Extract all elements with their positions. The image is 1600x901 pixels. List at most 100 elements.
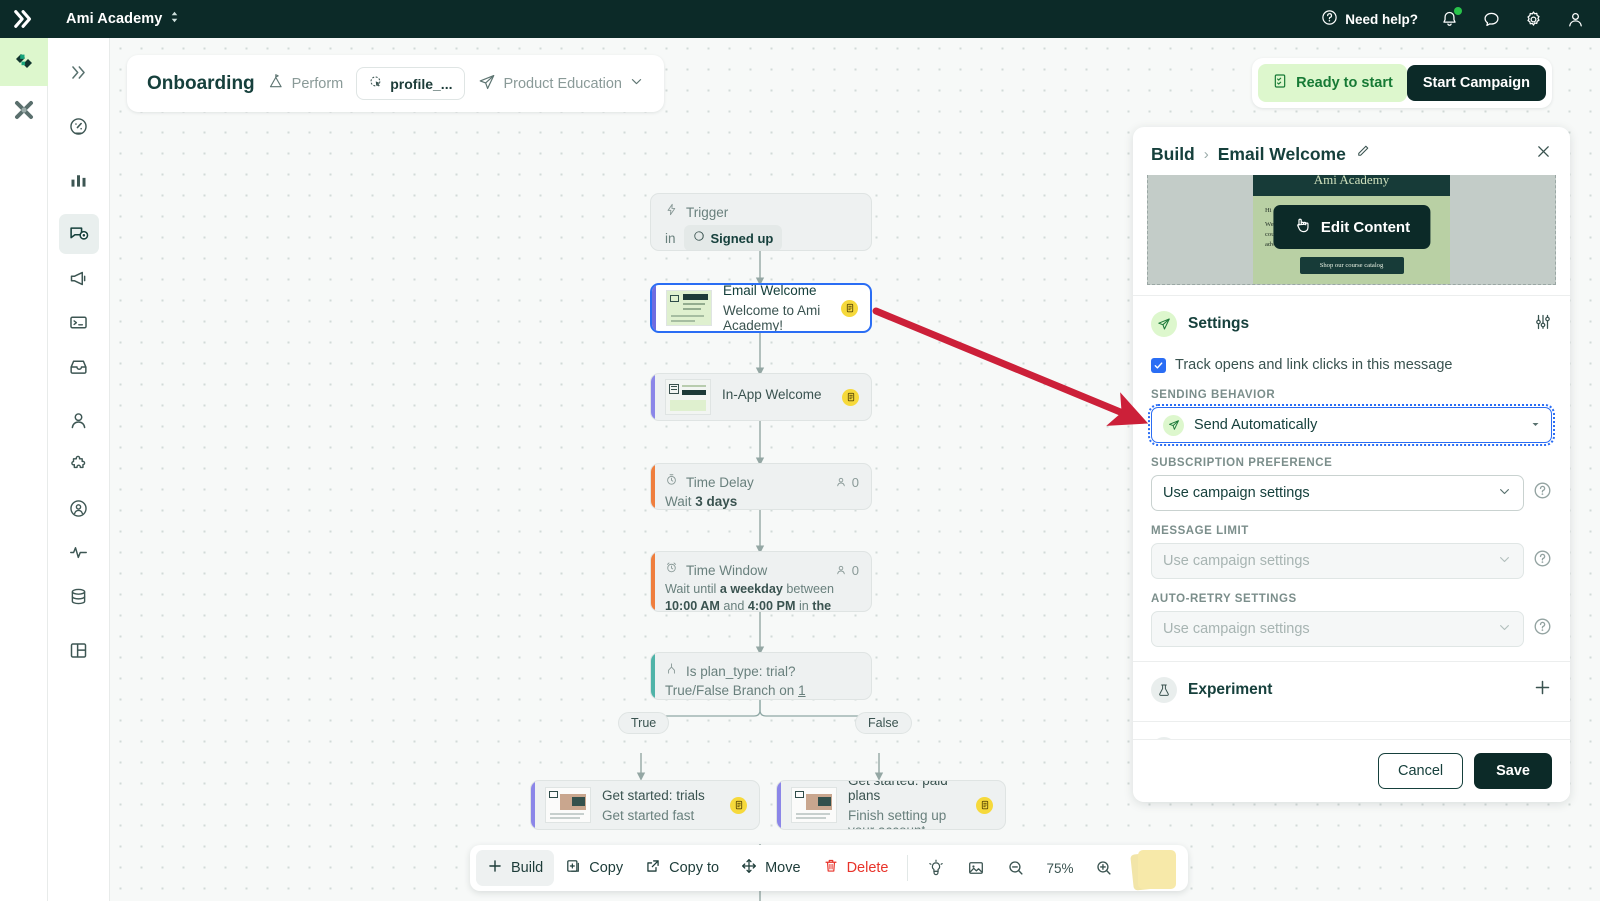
need-help-button[interactable]: Need help? (1321, 9, 1418, 29)
sticky-note-button[interactable] (1132, 847, 1182, 889)
highlight-insights-button[interactable] (916, 851, 956, 885)
node-accent-bar (651, 653, 655, 699)
flow-attribute-label: profile_... (390, 76, 452, 92)
flow-audience[interactable]: Product Education (478, 73, 644, 95)
panel-breadcrumb-root[interactable]: Build (1151, 144, 1195, 165)
edit-content-button[interactable]: Edit Content (1273, 205, 1430, 249)
add-experiment-button[interactable] (1533, 678, 1552, 702)
draft-badge-icon (841, 300, 858, 317)
flow-audience-label: Product Education (503, 76, 622, 92)
save-button[interactable]: Save (1474, 753, 1552, 789)
subscription-preference-select[interactable]: Use campaign settings (1151, 475, 1524, 511)
flow-actions-bar: Ready to start Start Campaign (1252, 58, 1552, 108)
node-trigger[interactable]: Trigger in Signed up (650, 193, 872, 251)
chat-button[interactable] (1480, 8, 1502, 30)
workspace-switcher[interactable]: Ami Academy (66, 10, 180, 29)
panel-scroll-area[interactable]: Settings Track opens and link clicks in … (1133, 285, 1570, 739)
start-campaign-button[interactable]: Start Campaign (1407, 65, 1546, 101)
sidebar-item-activity[interactable] (59, 532, 99, 572)
move-arrows-icon (741, 858, 757, 878)
app-data-pipelines[interactable] (0, 86, 48, 134)
sidebar-item-data-store[interactable] (59, 576, 99, 616)
sidebar-item-people[interactable] (59, 400, 99, 440)
node-accent-bar (651, 464, 655, 509)
settings-sliders-icon[interactable] (1534, 313, 1552, 336)
trash-icon (823, 858, 839, 878)
draft-badge-icon (842, 389, 859, 406)
close-panel-button[interactable] (1535, 143, 1552, 165)
node-entry-count: 0 (835, 563, 859, 578)
node-get-started-paid-plans-body: Get started: paid plans Finish setting u… (777, 780, 1005, 830)
zoom-in-button[interactable] (1084, 851, 1124, 885)
sending-behavior-select[interactable]: Send Automatically (1151, 407, 1552, 443)
notifications-button[interactable] (1438, 8, 1460, 30)
node-entry-count: 0 (835, 475, 859, 490)
sidebar-item-dashboard[interactable] (59, 106, 99, 146)
status-badge-label: Ready to start (1296, 75, 1393, 91)
sidebar-item-integrations[interactable] (59, 444, 99, 484)
flow-goal[interactable]: Perform (268, 73, 344, 94)
toolbar-divider (907, 855, 908, 881)
edit-pencil-icon[interactable] (1355, 144, 1370, 164)
chevron-down-icon (1497, 552, 1512, 571)
message-limit-select[interactable]: Use campaign settings (1151, 543, 1524, 579)
move-button[interactable]: Move (730, 850, 811, 886)
subscription-help-icon[interactable] (1533, 481, 1552, 505)
node-branch[interactable]: Is plan_type: trial? True/False Branch o… (650, 652, 872, 700)
app-switcher-rail (0, 38, 48, 901)
preview-image-button[interactable] (956, 851, 996, 885)
email-preview[interactable]: Ami Academy Hi {{custo Welcome to Ami Ac… (1147, 175, 1556, 285)
chevron-down-icon[interactable] (629, 74, 644, 93)
segment-icon (693, 229, 705, 247)
copy-to-button[interactable]: Copy to (634, 850, 730, 886)
draft-badge-icon (730, 797, 747, 814)
node-email-welcome[interactable]: Email Welcome Welcome to Ami Academy! (650, 283, 872, 333)
canvas-toolbar: Build Copy Copy to Move Delete (470, 845, 1188, 891)
delete-button[interactable]: Delete (812, 850, 900, 886)
node-in-app-welcome[interactable]: In-App Welcome (650, 373, 872, 421)
track-opens-checkbox[interactable] (1151, 358, 1166, 373)
message-limit-help-icon[interactable] (1533, 549, 1552, 573)
node-time-delay[interactable]: Time Delay 0 Wait 3 days (650, 463, 872, 510)
alarm-clock-icon (665, 561, 678, 579)
node-get-started-paid-plans[interactable]: Get started: paid plans Finish setting u… (776, 780, 1006, 830)
build-button[interactable]: Build (476, 850, 554, 886)
node-accent-bar (651, 374, 655, 420)
node-title: Time Delay (686, 475, 754, 490)
experiment-section-header[interactable]: Experiment (1133, 661, 1570, 711)
node-time-window[interactable]: Time Window 0 Wait until a weekday betwe… (650, 551, 872, 612)
email-thumbnail (666, 290, 712, 326)
sidebar-item-developer-console[interactable] (59, 302, 99, 342)
product-logo[interactable] (0, 8, 48, 30)
auto-retry-help-icon[interactable] (1533, 617, 1552, 641)
collapse-sidebar-button[interactable] (59, 52, 99, 92)
cancel-button[interactable]: Cancel (1378, 753, 1463, 789)
trigger-event-chip[interactable]: Signed up (684, 225, 783, 251)
message-settings-panel: Build › Email Welcome Ami Academy Hi {{c… (1133, 127, 1570, 802)
sidebar-item-inbox[interactable] (59, 346, 99, 386)
sidebar-item-broadcasts[interactable] (59, 258, 99, 298)
zoom-out-button[interactable] (996, 851, 1036, 885)
auto-retry-select[interactable]: Use campaign settings (1151, 611, 1524, 647)
sidebar-item-campaigns[interactable] (59, 214, 99, 254)
copy-button[interactable]: Copy (554, 850, 634, 886)
subscription-preference-label: SUBSCRIPTION PREFERENCE (1151, 457, 1552, 469)
flow-attribute-chip[interactable]: profile_... (356, 67, 465, 100)
sidebar-item-workspace-layout[interactable] (59, 630, 99, 670)
sidebar-item-account[interactable] (59, 488, 99, 528)
target-click-icon (369, 75, 383, 92)
status-badge[interactable]: Ready to start (1258, 64, 1407, 102)
node-title: Get started: paid plans (848, 780, 965, 803)
settings-gear-button[interactable] (1522, 8, 1544, 30)
node-trigger-body: in Signed up (651, 223, 871, 251)
user-account-button[interactable] (1564, 8, 1586, 30)
trigger-event-label: Signed up (711, 231, 774, 246)
sidebar-item-analytics[interactable] (59, 160, 99, 200)
node-get-started-trials[interactable]: Get started: trials Get started fast (530, 780, 760, 830)
node-accent-bar (777, 781, 781, 829)
app-journeys[interactable] (0, 38, 48, 86)
node-time-window-header: Time Window 0 (651, 552, 871, 581)
branch-label-false: False (855, 712, 912, 734)
trigger-prefix: in (665, 231, 676, 246)
track-opens-row[interactable]: Track opens and link clicks in this mess… (1151, 357, 1552, 373)
